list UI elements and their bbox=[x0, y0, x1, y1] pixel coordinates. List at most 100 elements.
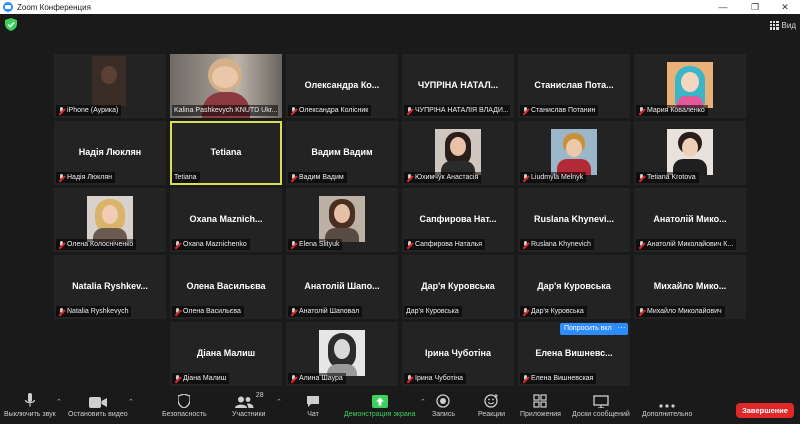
tile-label: Kalina Pashkevych KNUTD Ukr... bbox=[172, 105, 278, 116]
participants-label: Участники bbox=[232, 411, 266, 418]
video-tile[interactable]: Tetiana Krotova bbox=[634, 121, 746, 185]
video-tile[interactable]: Дар'я Куровська Дар'я Куровська bbox=[518, 255, 630, 319]
ask-to-unmute-button[interactable]: Попросить вкл bbox=[560, 323, 616, 335]
apps-icon bbox=[533, 392, 548, 408]
end-meeting-button[interactable]: Завершение bbox=[736, 403, 794, 418]
video-tile[interactable]: Олена Васильєва Олена Васильєва bbox=[170, 255, 282, 319]
video-tile[interactable]: Oxana Maznich... Oxana Maznichenko bbox=[170, 188, 282, 252]
participant-name: ЧУПРІНА НАТАЛІЯ ВЛАДИ... bbox=[415, 107, 509, 114]
tile-label: Михайло Миколайович bbox=[636, 306, 725, 317]
mic-muted-icon bbox=[406, 374, 413, 383]
video-tile[interactable]: Elena Slityuk bbox=[286, 188, 398, 252]
mic-muted-icon bbox=[638, 106, 645, 115]
participants-button[interactable]: 28 Участники bbox=[232, 392, 265, 418]
mic-muted-icon bbox=[58, 106, 65, 115]
active-speaker-tile[interactable]: Tetiana Tetiana bbox=[170, 121, 282, 185]
participant-display-name: Oxana Maznich... bbox=[189, 214, 263, 224]
chevron-up-icon[interactable]: ⌃ bbox=[128, 398, 134, 406]
chat-button[interactable]: Чат bbox=[306, 392, 320, 418]
more-button[interactable]: Дополнительно bbox=[642, 392, 692, 418]
chevron-up-icon[interactable]: ⌃ bbox=[56, 398, 62, 406]
tile-label: Ruslana Khynevich bbox=[520, 239, 594, 250]
tile-label: Дар'я Куровська bbox=[404, 306, 462, 317]
tile-more-options-button[interactable]: ··· bbox=[615, 323, 628, 335]
video-tile[interactable]: Юхимчук Анастасія bbox=[402, 121, 514, 185]
participant-name: Сапфирова Наталья bbox=[415, 241, 483, 248]
tile-label: Дар'я Куровська bbox=[520, 306, 587, 317]
mute-button[interactable]: Выключить звук bbox=[4, 392, 56, 418]
mic-muted-icon bbox=[406, 240, 413, 249]
reactions-button[interactable]: Реакции bbox=[478, 392, 505, 418]
participant-display-name: Сапфирова Нат... bbox=[419, 214, 497, 224]
participant-display-name: Олександра Ко... bbox=[304, 80, 380, 90]
participant-name: Дар'я Куровська bbox=[406, 308, 459, 315]
title-bar: Zoom Конференция — ❐ ✕ bbox=[0, 0, 800, 14]
video-tile[interactable]: Дар'я Куровська Дар'я Куровська bbox=[402, 255, 514, 319]
view-button[interactable]: Вид bbox=[769, 18, 796, 32]
participant-name: Oxana Maznichenko bbox=[183, 241, 247, 248]
tile-label: Надія Люклян bbox=[56, 172, 116, 183]
video-tile[interactable]: ЧУПРІНА НАТАЛ... ЧУПРІНА НАТАЛІЯ ВЛАДИ..… bbox=[402, 54, 514, 118]
video-tile[interactable]: Сапфирова Нат... Сапфирова Наталья bbox=[402, 188, 514, 252]
tile-label: Elena Slityuk bbox=[288, 239, 343, 250]
video-tile[interactable]: Вадим Вадим Вадим Вадим bbox=[286, 121, 398, 185]
whiteboards-button[interactable]: Доски сообщений bbox=[572, 392, 630, 418]
participant-name: Ruslana Khynevich bbox=[531, 241, 591, 248]
whiteboard-icon bbox=[593, 392, 609, 408]
share-screen-button[interactable]: Демонстрация экрана bbox=[344, 392, 416, 418]
minimize-button[interactable]: — bbox=[708, 0, 738, 14]
participant-name: Діана Малиш bbox=[183, 375, 227, 382]
participant-name: Михайло Миколайович bbox=[647, 308, 722, 315]
security-button[interactable]: Безопасность bbox=[162, 392, 207, 418]
video-tile[interactable]: Ruslana Khynevi... Ruslana Khynevich bbox=[518, 188, 630, 252]
video-tile[interactable]: Natalia Ryshkev... Natalia Ryshkevych bbox=[54, 255, 166, 319]
video-camera-icon bbox=[88, 392, 107, 408]
record-button[interactable]: Запись bbox=[432, 392, 455, 418]
apps-button[interactable]: Приложения bbox=[520, 392, 561, 418]
mic-muted-icon bbox=[406, 106, 413, 115]
close-button[interactable]: ✕ bbox=[770, 0, 800, 14]
mic-muted-icon bbox=[174, 307, 181, 316]
meeting-toolbar: Выключить звук ⌃ Остановить видео ⌃ Безо… bbox=[0, 388, 800, 424]
more-dots-icon bbox=[659, 392, 675, 408]
video-tile[interactable]: Liudmyla Melnyk bbox=[518, 121, 630, 185]
video-tile[interactable]: Мария Коваленко bbox=[634, 54, 746, 118]
video-tile[interactable]: iPhone (Аурика) bbox=[54, 54, 166, 118]
participant-display-name: Станислав Пота... bbox=[534, 80, 614, 90]
stop-video-button[interactable]: Остановить видео bbox=[68, 392, 128, 418]
mic-muted-icon bbox=[290, 240, 297, 249]
mic-muted-icon bbox=[522, 173, 529, 182]
participant-name: Надія Люклян bbox=[67, 174, 113, 181]
video-tile[interactable]: Анатолій Шапо... Анатолій Шаповал bbox=[286, 255, 398, 319]
video-tile[interactable]: Алина Шаура bbox=[286, 322, 398, 386]
tile-label: Oxana Maznichenko bbox=[172, 239, 250, 250]
participant-display-name: ЧУПРІНА НАТАЛ... bbox=[417, 80, 499, 90]
participant-name: Олександра Колісник bbox=[299, 107, 369, 114]
participant-name: Natalia Ryshkevych bbox=[67, 308, 129, 315]
video-tile[interactable]: Kalina Pashkevych KNUTD Ukr... bbox=[170, 54, 282, 118]
participant-name: Алина Шаура bbox=[299, 375, 343, 382]
video-tile[interactable]: Діана Малиш Діана Малиш bbox=[170, 322, 282, 386]
video-tile[interactable]: Анатолій Мико... Анатолій Миколайович К.… bbox=[634, 188, 746, 252]
mic-muted-icon bbox=[290, 106, 297, 115]
video-tile[interactable]: Надія Люклян Надія Люклян bbox=[54, 121, 166, 185]
video-tile[interactable]: Олена Колосніченко bbox=[54, 188, 166, 252]
tile-label: iPhone (Аурика) bbox=[56, 105, 122, 116]
participant-video bbox=[92, 56, 126, 106]
participant-name: Tetiana Krotova bbox=[647, 174, 696, 181]
video-tile[interactable]: Станислав Пота... Станислав Потанин bbox=[518, 54, 630, 118]
record-label: Запись bbox=[432, 411, 455, 418]
tile-label: Мария Коваленко bbox=[636, 105, 708, 116]
video-tile[interactable]: Ірина Чуботіна Ірина Чуботіна bbox=[402, 322, 514, 386]
view-label: Вид bbox=[781, 20, 796, 30]
chevron-up-icon[interactable]: ⌃ bbox=[276, 398, 282, 406]
shield-icon[interactable] bbox=[5, 18, 17, 31]
mic-muted-icon bbox=[58, 240, 65, 249]
avatar bbox=[319, 330, 365, 376]
video-tile[interactable]: Олександра Ко... Олександра Колісник bbox=[286, 54, 398, 118]
chevron-up-icon[interactable]: ⌃ bbox=[420, 398, 426, 406]
mic-muted-icon bbox=[174, 374, 181, 383]
video-tile[interactable]: Михайло Мико... Михайло Миколайович bbox=[634, 255, 746, 319]
maximize-button[interactable]: ❐ bbox=[740, 0, 770, 14]
more-label: Дополнительно bbox=[642, 411, 693, 418]
